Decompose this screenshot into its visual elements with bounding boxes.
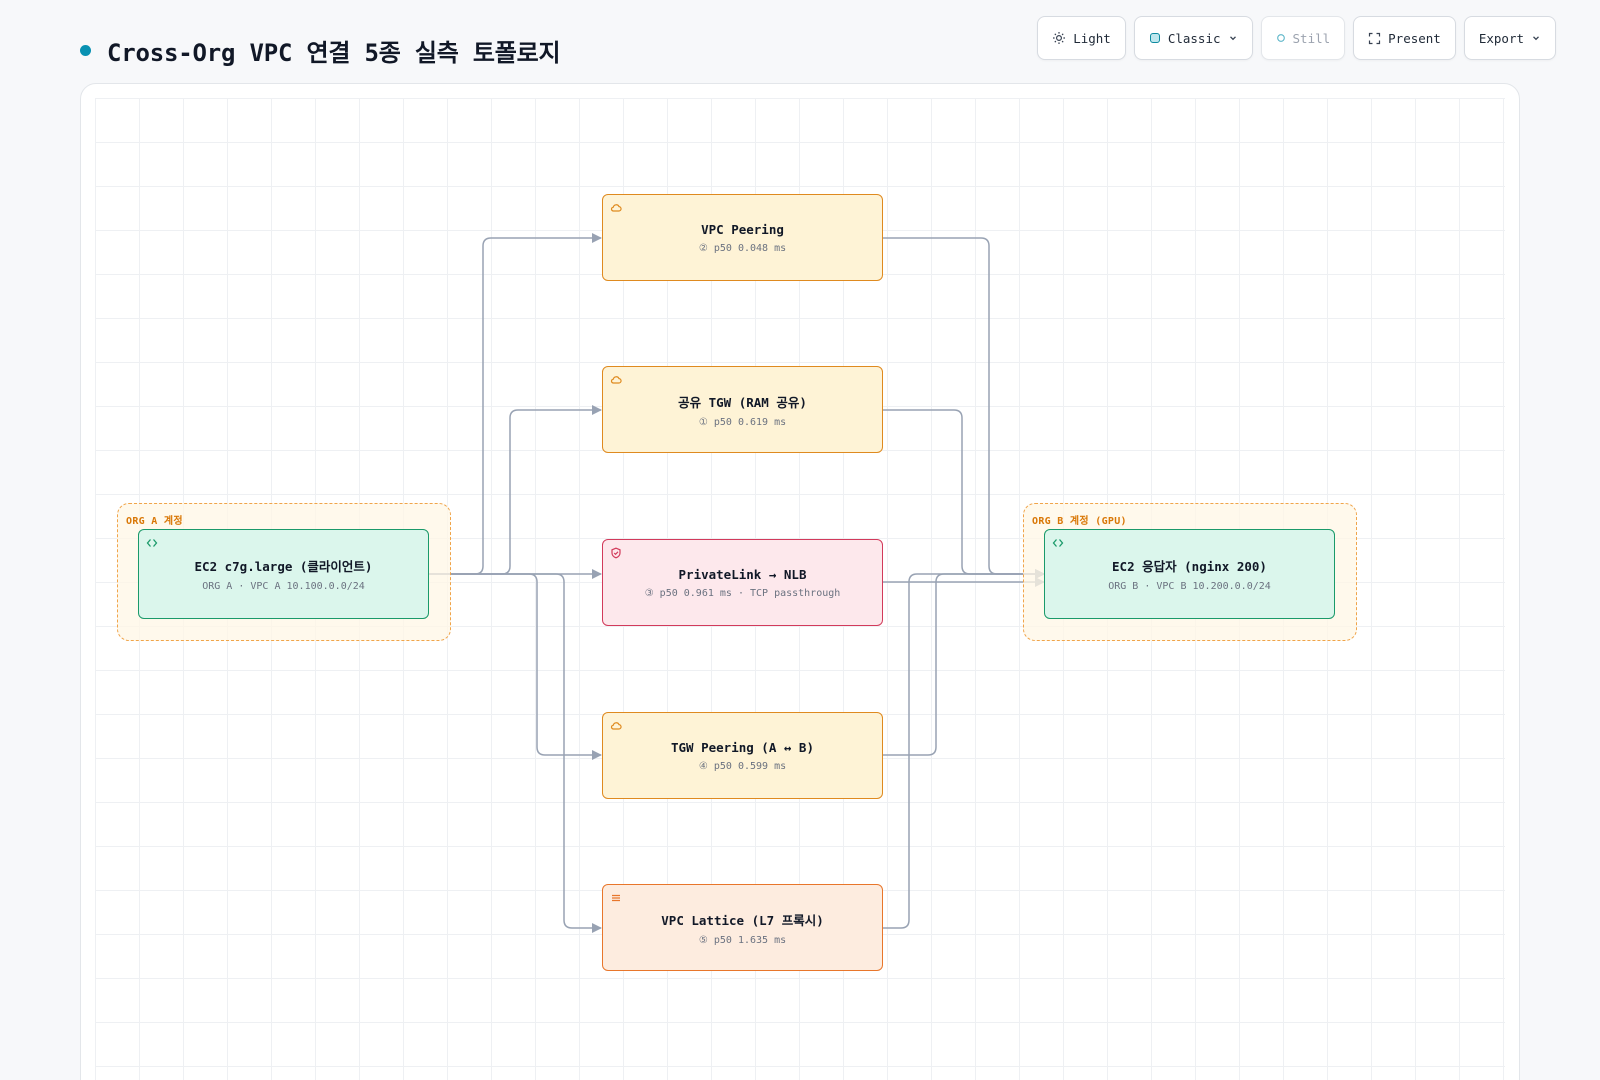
chevron-down-icon [1229, 36, 1236, 41]
node-responder[interactable]: EC2 응답자 (nginx 200) ORG B · VPC B 10.200… [1044, 529, 1335, 619]
swatch-icon [1149, 33, 1160, 43]
node-vpc-peering-subtitle: ② p50 0.048 ms [698, 242, 787, 254]
node-privatelink-title: PrivateLink → NLB [678, 566, 807, 582]
toolbar: Light Classic Still Present Export [1037, 16, 1556, 60]
node-shared-tgw-title: 공유 TGW (RAM 공유) [678, 394, 807, 410]
node-responder-title: EC2 응답자 (nginx 200) [1112, 559, 1267, 574]
node-lattice-subtitle: ⑤ p50 1.635 ms [698, 934, 787, 946]
sun-icon [1053, 32, 1066, 44]
still-toggle-label: Still [1292, 30, 1331, 46]
node-vpc-peering-title: VPC Peering [701, 221, 784, 237]
export-label: Export [1478, 30, 1524, 46]
circle-icon [1276, 34, 1285, 42]
node-shared-tgw-subtitle: ① p50 0.619 ms [698, 416, 787, 428]
node-client-subtitle: ORG A · VPC A 10.100.0.0/24 [202, 581, 365, 592]
edge-client-lattice [429, 573, 602, 933]
edge-client-vpc-peering [429, 233, 602, 575]
chevron-down-icon [1533, 36, 1539, 41]
diagram-canvas[interactable]: ORG A 계정 ORG B 계정 (GPU) EC2 c7g.large (클… [80, 83, 1520, 1080]
menu-icon [612, 894, 620, 902]
node-lattice-title: VPC Lattice (L7 프록시) [661, 912, 824, 928]
edge-client-shared-tgw [429, 405, 602, 575]
org-b-group-label: ORG B 계정 (GPU) [1032, 516, 1127, 527]
light-theme-label: Light [1073, 30, 1111, 46]
cloud-icon [610, 204, 622, 212]
style-select-button[interactable]: Classic [1133, 16, 1253, 60]
code-icon [1052, 539, 1064, 547]
cloud-icon [610, 376, 622, 384]
node-vpc-peering[interactable]: VPC Peering ② p50 0.048 ms [602, 194, 883, 281]
node-tgw-peering-subtitle: ④ p50 0.599 ms [698, 760, 787, 772]
node-lattice[interactable]: VPC Lattice (L7 프록시) ⑤ p50 1.635 ms [602, 884, 883, 971]
fullscreen-icon [1369, 32, 1381, 44]
present-label: Present [1388, 30, 1441, 46]
light-theme-button[interactable]: Light [1037, 16, 1126, 60]
title-row: Cross-Org VPC 연결 5종 실측 토폴로지 [80, 34, 561, 67]
edge-shared-tgw-responder [883, 409, 1045, 579]
node-client-title: EC2 c7g.large (클라이언트) [194, 559, 373, 574]
still-toggle-button[interactable]: Still [1260, 16, 1346, 60]
status-dot [80, 44, 91, 56]
style-select-label: Classic [1167, 30, 1221, 46]
node-privatelink-subtitle: ③ p50 0.961 ms · TCP passthrough [644, 587, 841, 599]
page-title: Cross-Org VPC 연결 5종 실측 토폴로지 [107, 38, 561, 67]
org-a-group-label: ORG A 계정 [126, 516, 183, 527]
edge-vpc-peering-responder [883, 237, 1045, 579]
node-tgw-peering[interactable]: TGW Peering (A ↔ B) ④ p50 0.599 ms [602, 712, 883, 799]
node-responder-subtitle: ORG B · VPC B 10.200.0.0/24 [1108, 581, 1271, 592]
present-button[interactable]: Present [1353, 16, 1456, 60]
edge-tgw-peering-responder [883, 569, 1045, 756]
node-tgw-peering-title: TGW Peering (A ↔ B) [671, 739, 814, 755]
export-button[interactable]: Export [1463, 16, 1556, 60]
edge-client-tgw-peering [429, 573, 602, 760]
cloud-icon [610, 722, 622, 730]
node-client[interactable]: EC2 c7g.large (클라이언트) ORG A · VPC A 10.1… [138, 529, 429, 619]
shield-icon [611, 547, 621, 559]
node-shared-tgw[interactable]: 공유 TGW (RAM 공유) ① p50 0.619 ms [602, 366, 883, 453]
edge-lattice-responder [883, 569, 1045, 929]
code-icon [146, 539, 158, 547]
node-privatelink[interactable]: PrivateLink → NLB ③ p50 0.961 ms · TCP p… [602, 539, 883, 626]
